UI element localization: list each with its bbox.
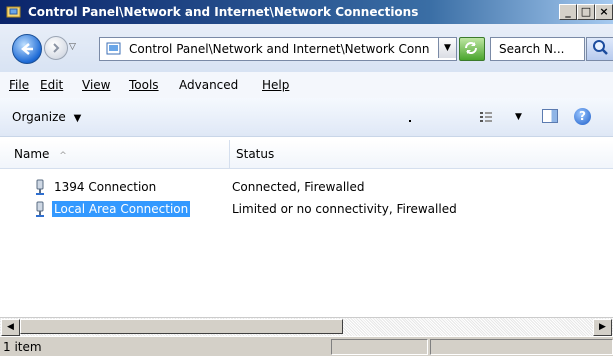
- column-status-label: Status: [236, 147, 275, 161]
- organize-dropdown-icon: ▼: [73, 113, 82, 124]
- address-bar[interactable]: Control Panel\Network and Internet\Netwo…: [99, 37, 457, 61]
- network-folder-icon: [6, 6, 21, 18]
- menu-edit[interactable]: Edit: [40, 78, 63, 92]
- network-connection-icon: [36, 179, 44, 195]
- search-icon: [593, 40, 608, 55]
- menu-tools[interactable]: Tools: [129, 78, 159, 92]
- search-button[interactable]: [586, 37, 613, 61]
- menu-advanced[interactable]: Advanced: [179, 78, 238, 92]
- connection-status: Limited or no connectivity, Firewalled: [232, 202, 457, 216]
- address-path: Control Panel\Network and Internet\Netwo…: [129, 42, 430, 56]
- views-icon[interactable]: [479, 110, 493, 124]
- recent-pages-chevron-icon[interactable]: ▽: [69, 42, 79, 52]
- help-icon[interactable]: ?: [574, 108, 591, 125]
- connection-name: Local Area Connection: [50, 200, 192, 218]
- column-header-name[interactable]: Name ^: [0, 140, 230, 168]
- column-header-row: Name ^ Status: [0, 140, 613, 169]
- item-count: 1 item: [3, 340, 42, 354]
- sort-ascending-icon: ^: [59, 151, 67, 161]
- menu-advanced-label: Advanced: [179, 78, 239, 92]
- address-dropdown-button[interactable]: ▼: [438, 38, 456, 58]
- list-item[interactable]: 1394 Connection Connected, Firewalled: [0, 176, 613, 198]
- menu-view[interactable]: View: [82, 78, 110, 92]
- minimize-button[interactable]: _: [559, 4, 577, 20]
- organize-menu-button[interactable]: Organize ▼: [12, 110, 81, 124]
- maximize-button[interactable]: □: [577, 4, 595, 20]
- network-connection-icon: [36, 201, 44, 217]
- connection-status: Connected, Firewalled: [232, 180, 365, 194]
- back-arrow-icon: [21, 43, 33, 55]
- list-item[interactable]: Local Area Connection Limited or no conn…: [0, 198, 613, 220]
- status-pane: [331, 339, 428, 355]
- connection-name: 1394 Connection: [54, 180, 157, 194]
- organize-label: Organize: [12, 110, 66, 124]
- horizontal-scrollbar[interactable]: ◀ ▶: [0, 317, 613, 336]
- control-panel-icon: [106, 42, 121, 55]
- scroll-left-button[interactable]: ◀: [1, 319, 20, 336]
- title-bar[interactable]: Control Panel\Network and Internet\Netwo…: [0, 0, 613, 24]
- status-bar: 1 item: [0, 336, 613, 356]
- command-bar: Organize ▼ ▼ ?: [0, 98, 613, 137]
- back-button[interactable]: [12, 34, 42, 64]
- column-name-label: Name: [14, 147, 50, 161]
- refresh-icon: [465, 42, 477, 54]
- close-button[interactable]: ×: [595, 4, 613, 20]
- window-title: Control Panel\Network and Internet\Netwo…: [28, 5, 419, 19]
- menu-file[interactable]: File: [9, 78, 29, 92]
- forward-button[interactable]: [44, 36, 68, 60]
- column-header-status[interactable]: Status: [230, 140, 613, 168]
- menu-file-label: File: [9, 78, 30, 92]
- explorer-window: Control Panel\Network and Internet\Netwo…: [0, 0, 613, 356]
- search-input[interactable]: Search N...: [490, 37, 585, 61]
- menu-help[interactable]: Help: [262, 78, 289, 92]
- toolbar-dot: [409, 120, 411, 122]
- preview-pane-icon[interactable]: [542, 109, 558, 123]
- window-controls: _ □ ×: [559, 4, 613, 20]
- menu-view-label: View: [82, 78, 111, 92]
- status-pane: [430, 339, 613, 355]
- refresh-button[interactable]: [459, 37, 485, 61]
- menu-help-label: Help: [262, 78, 290, 92]
- menu-bar: File Edit View Tools Advanced Help: [0, 72, 613, 98]
- scroll-thumb[interactable]: [20, 319, 343, 334]
- search-placeholder: Search N...: [499, 42, 565, 56]
- views-dropdown-icon[interactable]: ▼: [515, 112, 522, 122]
- forward-arrow-icon: [53, 43, 60, 53]
- scroll-right-button[interactable]: ▶: [593, 319, 612, 336]
- menu-tools-label: Tools: [129, 78, 159, 92]
- menu-edit-label: Edit: [40, 78, 64, 92]
